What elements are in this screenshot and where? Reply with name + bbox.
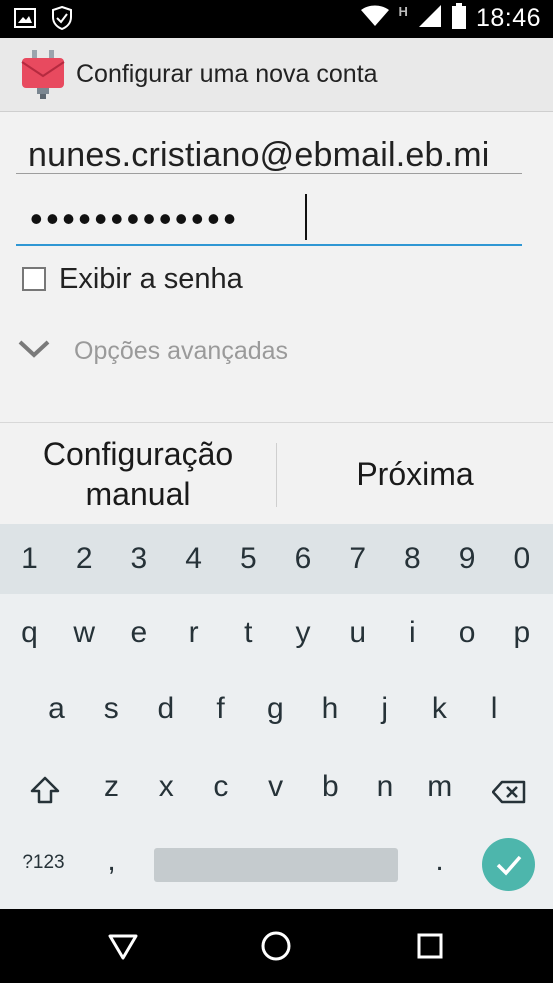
number-key[interactable]: 0	[494, 542, 549, 576]
letter-key[interactable]: q	[2, 616, 57, 650]
comma-key[interactable]: ,	[84, 844, 139, 878]
letter-key[interactable]: r	[166, 616, 221, 650]
page-title: Configurar uma nova conta	[76, 60, 378, 88]
letter-key[interactable]: y	[276, 616, 331, 650]
action-button-bar: Configuração manual Próxima	[0, 422, 553, 524]
clock: 18:46	[475, 4, 541, 32]
letter-key[interactable]: j	[357, 692, 412, 726]
account-setup-form: nunes.cristiano@ebmail.eb.mi •••••••••••…	[0, 112, 553, 422]
letter-key[interactable]: d	[138, 692, 193, 726]
letter-key[interactable]: m	[412, 770, 467, 804]
advanced-options-toggle[interactable]: Opções avançadas	[18, 334, 288, 368]
email-value: nunes.cristiano@ebmail.eb.mi	[28, 136, 490, 174]
next-button[interactable]: Próxima	[277, 423, 553, 525]
battery-icon	[451, 3, 466, 34]
letter-key[interactable]: x	[139, 770, 194, 804]
letter-key[interactable]: o	[440, 616, 495, 650]
letter-key[interactable]: g	[248, 692, 303, 726]
manual-setup-label-line1: Configuração	[42, 436, 234, 472]
letter-key[interactable]: a	[29, 692, 84, 726]
spacebar[interactable]	[154, 848, 398, 882]
letter-key[interactable]: w	[57, 616, 112, 650]
email-app-icon	[20, 50, 66, 100]
letter-key[interactable]: u	[330, 616, 385, 650]
show-password-option[interactable]: Exibir a senha	[22, 262, 243, 295]
period-key[interactable]: .	[412, 844, 467, 878]
letter-key[interactable]: t	[221, 616, 276, 650]
done-key[interactable]	[482, 838, 535, 891]
soft-keyboard: 1234567890 qwertyuiop asdfghjkl zxcvbnm ?12…	[0, 524, 553, 909]
show-password-checkbox[interactable]	[22, 267, 46, 291]
letter-key[interactable]: b	[303, 770, 358, 804]
letter-key[interactable]: i	[385, 616, 440, 650]
symbols-key[interactable]: ?123	[16, 852, 71, 874]
number-key[interactable]: 6	[276, 542, 331, 576]
number-key[interactable]: 7	[330, 542, 385, 576]
number-key[interactable]: 5	[221, 542, 276, 576]
number-key[interactable]: 1	[2, 542, 57, 576]
number-key[interactable]: 8	[385, 542, 440, 576]
chevron-down-icon	[18, 339, 50, 364]
letter-key[interactable]: f	[193, 692, 248, 726]
letter-key[interactable]: c	[193, 770, 248, 804]
number-key[interactable]: 4	[166, 542, 221, 576]
shift-key[interactable]	[17, 776, 72, 812]
letter-key[interactable]: s	[84, 692, 139, 726]
signal-icon	[418, 4, 442, 33]
recents-icon[interactable]	[412, 928, 448, 964]
manual-setup-label-line2: manual	[85, 476, 191, 512]
advanced-options-label: Opções avançadas	[74, 336, 289, 365]
backspace-key[interactable]	[481, 778, 536, 812]
checkmark-icon	[496, 855, 521, 876]
navigation-bar	[0, 909, 553, 983]
next-button-label: Próxima	[356, 456, 474, 492]
app-bar: Configurar uma nova conta	[0, 38, 553, 112]
email-field[interactable]: nunes.cristiano@ebmail.eb.mi	[16, 122, 522, 174]
letter-key[interactable]: z	[84, 770, 139, 804]
letter-key[interactable]: n	[358, 770, 413, 804]
network-type-label: H	[398, 4, 408, 19]
number-key[interactable]: 9	[440, 542, 495, 576]
password-field[interactable]: •••••••••••••	[16, 190, 522, 246]
letter-key[interactable]: v	[248, 770, 303, 804]
manual-setup-button[interactable]: Configuração manual	[0, 423, 276, 525]
show-password-label: Exibir a senha	[59, 262, 243, 295]
back-icon[interactable]	[105, 928, 141, 964]
letter-key[interactable]: p	[494, 616, 549, 650]
letter-key[interactable]: k	[412, 692, 467, 726]
wifi-icon	[360, 5, 389, 32]
home-icon[interactable]	[258, 928, 294, 964]
number-key[interactable]: 2	[57, 542, 112, 576]
shield-check-icon	[52, 5, 72, 35]
password-value: •••••••••••••	[30, 198, 240, 239]
text-cursor	[305, 194, 307, 240]
letter-key[interactable]: l	[467, 692, 522, 726]
status-bar: H 18:46	[0, 0, 553, 38]
letter-key[interactable]: e	[111, 616, 166, 650]
letter-key[interactable]: h	[303, 692, 358, 726]
number-key[interactable]: 3	[111, 542, 166, 576]
image-notification-icon	[14, 8, 36, 33]
